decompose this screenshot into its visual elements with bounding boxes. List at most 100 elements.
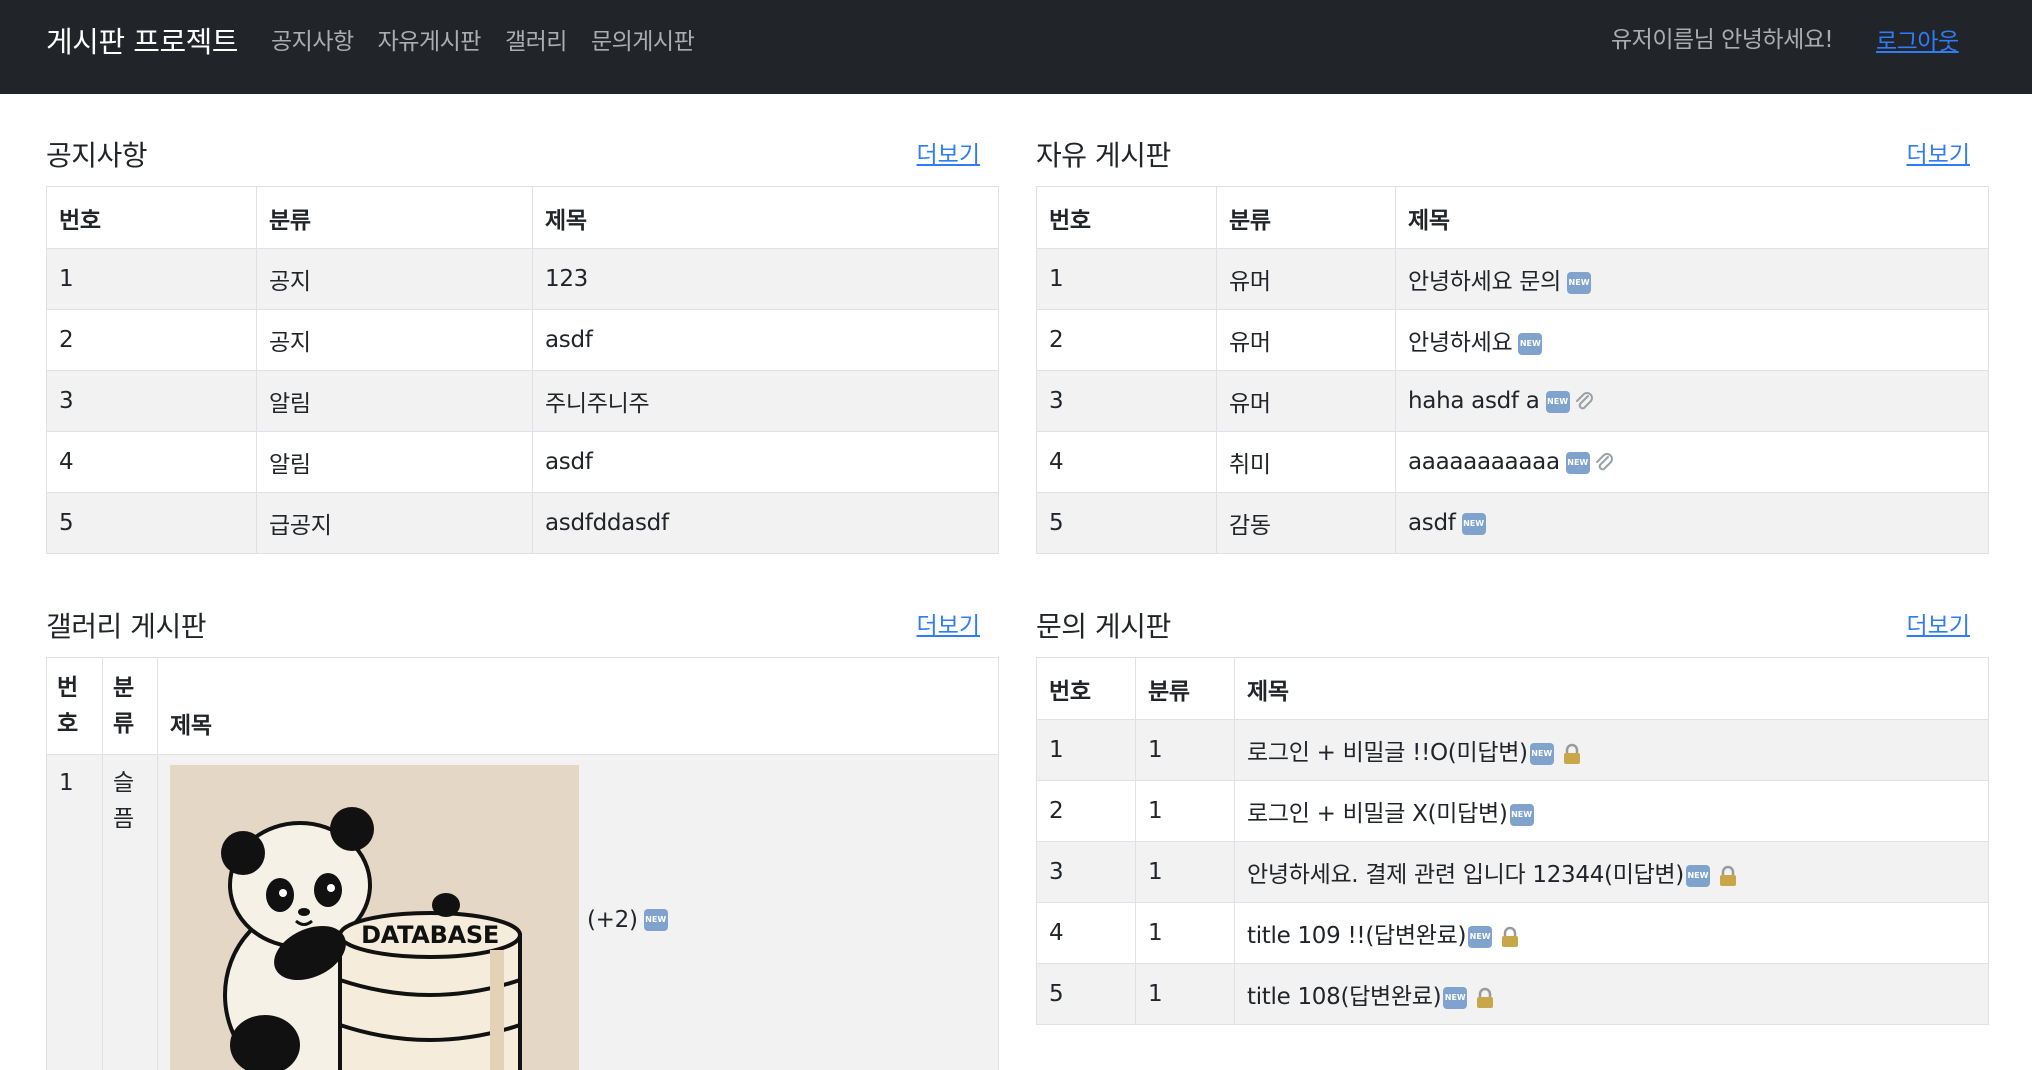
table-row[interactable]: 4 알림 asdf <box>46 431 999 493</box>
table-header-row: 번호 분류 제목 <box>46 186 999 249</box>
paperclip-icon <box>1575 391 1593 409</box>
table-header-row: 번호 분류 제목 <box>46 657 999 755</box>
table-row[interactable]: 3 1 안녕하세요. 결제 관련 입니다 12344(미답변) NEW <box>1036 841 1989 903</box>
new-icon: NEW <box>1509 803 1534 826</box>
row-title-link[interactable]: title 109 !!(답변완료) NEW <box>1234 902 1989 964</box>
row-title-link[interactable]: 안녕하세요. 결제 관련 입니다 12344(미답변) NEW <box>1234 841 1989 903</box>
row-category: 공지 <box>256 248 533 310</box>
row-title-text: haha asdf a <box>1408 388 1540 414</box>
table-row[interactable]: 4 1 title 109 !!(답변완료) NEW <box>1036 902 1989 964</box>
nav-gallery[interactable]: 갤러리 <box>505 27 567 57</box>
row-title-text: asdf <box>1408 510 1456 536</box>
row-title-link[interactable]: 안녕하세요 문의 NEW <box>1395 248 1989 310</box>
table-row[interactable]: 5 감동 asdf NEW <box>1036 492 1989 554</box>
table-row[interactable]: 4 취미 aaaaaaaaaaa NEW <box>1036 431 1989 493</box>
col-no-header: 번호 <box>1036 186 1217 249</box>
row-title-text: 안녕하세요. 결제 관련 입니다 12344(미답변) <box>1247 862 1684 888</box>
gallery-more-link[interactable]: 더보기 <box>917 611 980 641</box>
row-category: 1 <box>1135 719 1235 781</box>
row-title-link[interactable]: asdfddasdf <box>532 492 999 554</box>
row-title-link[interactable]: DATABASE (+2) NEW <box>157 754 999 1070</box>
row-no: 5 <box>1036 492 1217 554</box>
col-category-header: 분류 <box>1135 657 1235 720</box>
table-row[interactable]: 2 공지 asdf <box>46 309 999 371</box>
row-category: 취미 <box>1216 431 1396 493</box>
row-title-text: aaaaaaaaaaa <box>1408 449 1560 475</box>
row-no: 2 <box>1036 309 1217 371</box>
inquiry-more-link[interactable]: 더보기 <box>1907 611 1970 641</box>
table-header-row: 번호 분류 제목 <box>1036 657 1989 720</box>
inquiry-table: 번호 분류 제목 1 1 로그인 + 비밀글 !!O(미답변) NEW 2 1 로… <box>1036 657 1989 1025</box>
table-row[interactable]: 1 1 로그인 + 비밀글 !!O(미답변) NEW <box>1036 719 1989 781</box>
new-icon: NEW <box>1529 742 1554 765</box>
row-category: 공지 <box>256 309 533 371</box>
row-title-link[interactable]: asdf <box>532 309 999 371</box>
free-board-more-link[interactable]: 더보기 <box>1907 140 1970 170</box>
row-title-text: title 109 !!(답변완료) <box>1247 923 1467 949</box>
row-title-link[interactable]: 주니주니주 <box>532 370 999 432</box>
row-title-link[interactable]: 로그인 + 비밀글 X(미답변) NEW <box>1234 780 1989 842</box>
col-title-header: 제목 <box>1395 186 1989 249</box>
col-no-header: 번호 <box>46 657 103 755</box>
table-row[interactable]: 5 급공지 asdfddasdf <box>46 492 999 554</box>
notice-table: 번호 분류 제목 1 공지 123 2 공지 asdf 3 알림 주니주니주 4 알림 asdf… <box>46 186 999 554</box>
table-row[interactable]: 2 유머 안녕하세요 NEW <box>1036 309 1989 371</box>
row-title-link[interactable]: 123 <box>532 248 999 310</box>
brand-logo[interactable]: 게시판 프로젝트 <box>46 24 238 60</box>
gallery-section: 갤러리 게시판 더보기 번호 분류 제목 1 슬픔 DATABASE (+2) … <box>46 609 999 1070</box>
notice-more-link[interactable]: 더보기 <box>917 140 980 170</box>
col-no-header: 번호 <box>1036 657 1136 720</box>
database-label: DATABASE <box>361 921 499 949</box>
top-navbar: 게시판 프로젝트 공지사항 자유게시판 갤러리 문의게시판 유저이름님 안녕하세… <box>0 0 2032 94</box>
new-icon: NEW <box>1685 864 1710 887</box>
gallery-thumbnail[interactable]: DATABASE <box>170 765 579 1070</box>
row-no: 1 <box>46 248 257 310</box>
row-title-link[interactable]: title 108(답변완료) NEW <box>1234 963 1989 1025</box>
section-title: 갤러리 게시판 <box>46 610 206 643</box>
row-title-text: 로그인 + 비밀글 X(미답변) <box>1247 801 1508 827</box>
user-greeting: 유저이름님 안녕하세요! <box>1611 27 1834 53</box>
col-category-header: 분류 <box>256 186 533 249</box>
new-icon: NEW <box>1567 271 1592 294</box>
row-no: 2 <box>1036 780 1136 842</box>
row-no: 1 <box>46 754 103 1070</box>
free-board-section: 자유 게시판 더보기 번호 분류 제목 1 유머 안녕하세요 문의 NEW 2 유… <box>1036 138 1989 558</box>
row-title-text: 안녕하세요 문의 <box>1408 269 1562 295</box>
row-title-link[interactable]: asdf NEW <box>1395 492 1989 554</box>
free-board-table: 번호 분류 제목 1 유머 안녕하세요 문의 NEW 2 유머 안녕하세요 NEW … <box>1036 186 1989 554</box>
lock-icon <box>1502 926 1519 947</box>
row-category: 알림 <box>256 431 533 493</box>
row-title-link[interactable]: 로그인 + 비밀글 !!O(미답변) NEW <box>1234 719 1989 781</box>
table-row[interactable]: 1 공지 123 <box>46 248 999 310</box>
row-no: 4 <box>1036 902 1136 964</box>
table-header-row: 번호 분류 제목 <box>1036 186 1989 249</box>
new-icon: NEW <box>1545 390 1570 413</box>
row-no: 2 <box>46 309 257 371</box>
lock-icon <box>1477 987 1494 1008</box>
row-category: 슬픔 <box>102 754 158 1070</box>
table-row[interactable]: 3 유머 haha asdf a NEW <box>1036 370 1989 432</box>
logout-link[interactable]: 로그아웃 <box>1876 27 1959 57</box>
row-title-text: title 108(답변완료) <box>1247 984 1442 1010</box>
table-row[interactable]: 3 알림 주니주니주 <box>46 370 999 432</box>
nav-inquiry[interactable]: 문의게시판 <box>591 27 695 57</box>
row-no: 3 <box>1036 370 1217 432</box>
row-title-text: 안녕하세요 <box>1408 330 1513 356</box>
lock-icon <box>1719 865 1736 886</box>
row-no: 3 <box>46 370 257 432</box>
row-no: 4 <box>1036 431 1217 493</box>
row-title-link[interactable]: aaaaaaaaaaa NEW <box>1395 431 1989 493</box>
row-category: 1 <box>1135 780 1235 842</box>
table-row[interactable]: 1 슬픔 DATABASE (+2) NEW <box>46 754 999 1070</box>
table-row[interactable]: 1 유머 안녕하세요 문의 NEW <box>1036 248 1989 310</box>
table-row[interactable]: 2 1 로그인 + 비밀글 X(미답변) NEW <box>1036 780 1989 842</box>
table-row[interactable]: 5 1 title 108(답변완료) NEW <box>1036 963 1989 1025</box>
row-title-link[interactable]: haha asdf a NEW <box>1395 370 1989 432</box>
nav-notice[interactable]: 공지사항 <box>271 27 354 57</box>
row-title-link[interactable]: 안녕하세요 NEW <box>1395 309 1989 371</box>
row-title-link[interactable]: asdf <box>532 431 999 493</box>
row-category: 1 <box>1135 841 1235 903</box>
section-title: 공지사항 <box>46 139 148 172</box>
panda-database-illustration: DATABASE <box>170 765 579 1070</box>
nav-free-board[interactable]: 자유게시판 <box>378 27 482 57</box>
